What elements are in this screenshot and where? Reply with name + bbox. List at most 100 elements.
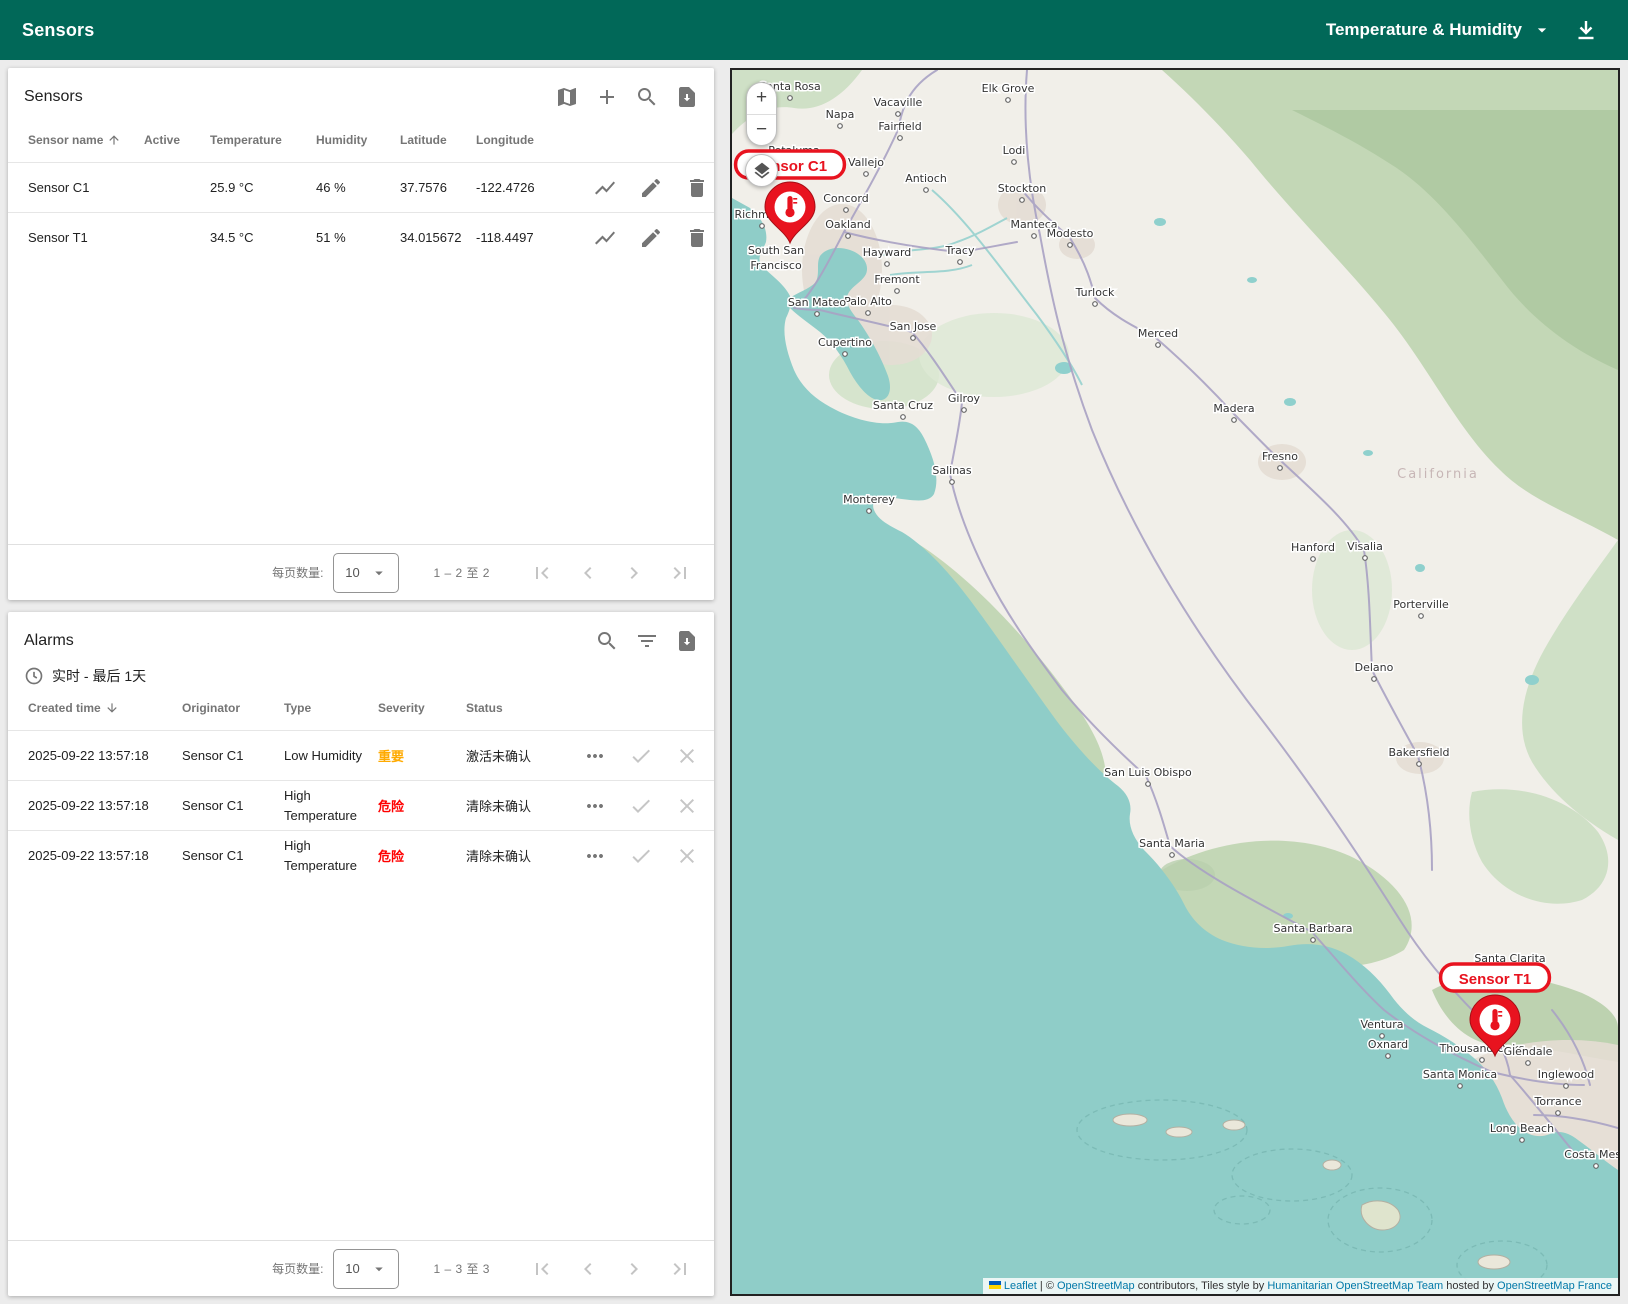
alarm-details-button[interactable] [576, 837, 614, 875]
sensors-card: Sensors Sensor name Active Temperature H… [8, 68, 714, 600]
sensors-table-body: Sensor C1 25.9 °C 46 % 37.7576 -122.4726 Sens… [8, 162, 714, 262]
alarm-row[interactable]: 2025-09-22 13:57:18 Sensor C1 High Tempera… [8, 830, 714, 880]
next-page-button[interactable] [614, 1249, 654, 1289]
sensor-row[interactable]: Sensor T1 34.5 °C 51 % 34.015672 -118.4497 [8, 212, 714, 262]
alarm-details-button[interactable] [576, 787, 614, 825]
city-label: Hanford [1291, 541, 1335, 554]
last-page-button[interactable] [660, 1249, 700, 1289]
app-header: Sensors Temperature & Humidity [0, 0, 1628, 60]
zoom-in-button[interactable]: + [747, 83, 776, 115]
export-table-button[interactable] [668, 78, 706, 116]
map-panel[interactable]: Santa Rosa Elk Grove Vacaville Napa Fairfiel… [730, 68, 1620, 1296]
search-alarms-button[interactable] [588, 622, 626, 660]
attribution-link[interactable]: Leaflet [1004, 1280, 1037, 1292]
timeseries-chart-icon [595, 181, 615, 194]
add-sensor-button[interactable] [588, 78, 626, 116]
toggle-map-button[interactable] [548, 78, 586, 116]
col-created-time[interactable]: Created time [28, 701, 182, 715]
city-dot [1005, 97, 1011, 103]
city-dot [1092, 301, 1098, 307]
edit-sensor-button[interactable] [632, 169, 670, 207]
filter-alarms-button[interactable] [628, 622, 666, 660]
col-status[interactable]: Status [466, 701, 576, 715]
search-icon [638, 88, 656, 106]
export-dashboard-button[interactable] [1566, 10, 1606, 50]
alarms-card-title: Alarms [24, 632, 74, 649]
first-page-button[interactable] [522, 553, 562, 593]
sensor-row[interactable]: Sensor C1 25.9 °C 46 % 37.7576 -122.4726 [8, 162, 714, 212]
alarm-details-icon [587, 853, 603, 858]
alarms-time-window[interactable]: 实时 - 最后 1天 [8, 662, 714, 686]
delete-sensor-button[interactable] [678, 169, 714, 207]
city-dot [894, 288, 900, 294]
map-icon [558, 88, 576, 106]
city-label: Napa [826, 108, 855, 121]
ack-alarm-button[interactable] [622, 737, 660, 775]
alarm-created-time: 2025-09-22 13:57:18 [28, 798, 149, 813]
col-type[interactable]: Type [284, 701, 378, 715]
dashboard-state-selector[interactable]: Temperature & Humidity [1326, 20, 1552, 40]
last-page-button[interactable] [660, 553, 700, 593]
col-severity[interactable]: Severity [378, 701, 466, 715]
alarm-details-button[interactable] [576, 737, 614, 775]
delete-sensor-button[interactable] [678, 219, 714, 257]
timeseries-chart-button[interactable] [586, 219, 624, 257]
chevron-left-icon [584, 566, 592, 579]
next-page-button[interactable] [614, 553, 654, 593]
city-label: Porterville [1393, 598, 1449, 611]
city-dot [866, 508, 872, 514]
city-dot [837, 123, 843, 129]
alarm-severity: 危险 [378, 849, 405, 864]
alarm-row[interactable]: 2025-09-22 13:57:18 Sensor C1 High Tempera… [8, 780, 714, 830]
page-size-select[interactable]: 10 [333, 1248, 400, 1289]
search-sensors-button[interactable] [628, 78, 666, 116]
sensor-humidity: 46 % [316, 180, 346, 195]
page-size-select[interactable]: 10 [333, 552, 400, 593]
edit-sensor-button[interactable] [632, 219, 670, 257]
first-page-button[interactable] [522, 1249, 562, 1289]
city-label: Long Beach [1490, 1122, 1554, 1135]
attribution-link[interactable]: OpenStreetMap France [1497, 1280, 1612, 1292]
city-dot [923, 187, 929, 193]
sensors-card-title: Sensors [24, 88, 83, 105]
attribution-link[interactable]: OpenStreetMap [1057, 1280, 1135, 1292]
time-window-label: 实时 - 最后 1天 [52, 668, 147, 684]
ukraine-flag-icon [988, 1281, 1001, 1289]
prev-page-button[interactable] [568, 1249, 608, 1289]
city-label: Cupertino [818, 336, 872, 349]
city-label: Concord [823, 192, 868, 205]
sensors-pagination: 每页数量: 10 1 – 2 至 2 [8, 544, 714, 600]
city-label: Glendale [1504, 1045, 1553, 1058]
ack-alarm-button[interactable] [622, 837, 660, 875]
chevron-right-icon [630, 566, 638, 579]
timeseries-chart-icon [595, 231, 615, 244]
export-alarms-button[interactable] [668, 622, 706, 660]
col-originator[interactable]: Originator [182, 701, 284, 715]
alarm-severity: 重要 [378, 749, 405, 764]
map-layers-button[interactable] [745, 154, 778, 187]
map-zoom-control: + − [746, 82, 777, 146]
col-latitude[interactable]: Latitude [400, 133, 476, 147]
col-active[interactable]: Active [144, 133, 210, 147]
clear-alarm-button[interactable] [668, 837, 706, 875]
col-longitude[interactable]: Longitude [476, 133, 586, 147]
timeseries-chart-button[interactable] [586, 169, 624, 207]
clear-alarm-button[interactable] [668, 787, 706, 825]
city-label: Francisco [750, 259, 802, 272]
clear-alarm-button[interactable] [668, 737, 706, 775]
leaflet-map[interactable]: Santa Rosa Elk GroveVacavilleNapaFairfiel… [732, 70, 1618, 1294]
col-sensor-name[interactable]: Sensor name [28, 133, 144, 147]
col-humidity[interactable]: Humidity [316, 133, 400, 147]
prev-page-button[interactable] [568, 553, 608, 593]
alarms-card: Alarms 实时 - 最后 1天 Created time Originato… [8, 612, 714, 1296]
attribution-link[interactable]: Humanitarian OpenStreetMap Team [1267, 1280, 1443, 1292]
city-label: Salinas [932, 464, 972, 477]
zoom-out-button[interactable]: − [747, 115, 776, 146]
ack-alarm-button[interactable] [622, 787, 660, 825]
city-dot [1155, 342, 1161, 348]
col-temperature[interactable]: Temperature [210, 133, 316, 147]
alarm-row[interactable]: 2025-09-22 13:57:18 Sensor C1 Low Humidity… [8, 730, 714, 780]
alarm-created-time: 2025-09-22 13:57:18 [28, 848, 149, 863]
city-dot [1169, 852, 1175, 858]
page-size-label: 每页数量: [272, 566, 324, 580]
